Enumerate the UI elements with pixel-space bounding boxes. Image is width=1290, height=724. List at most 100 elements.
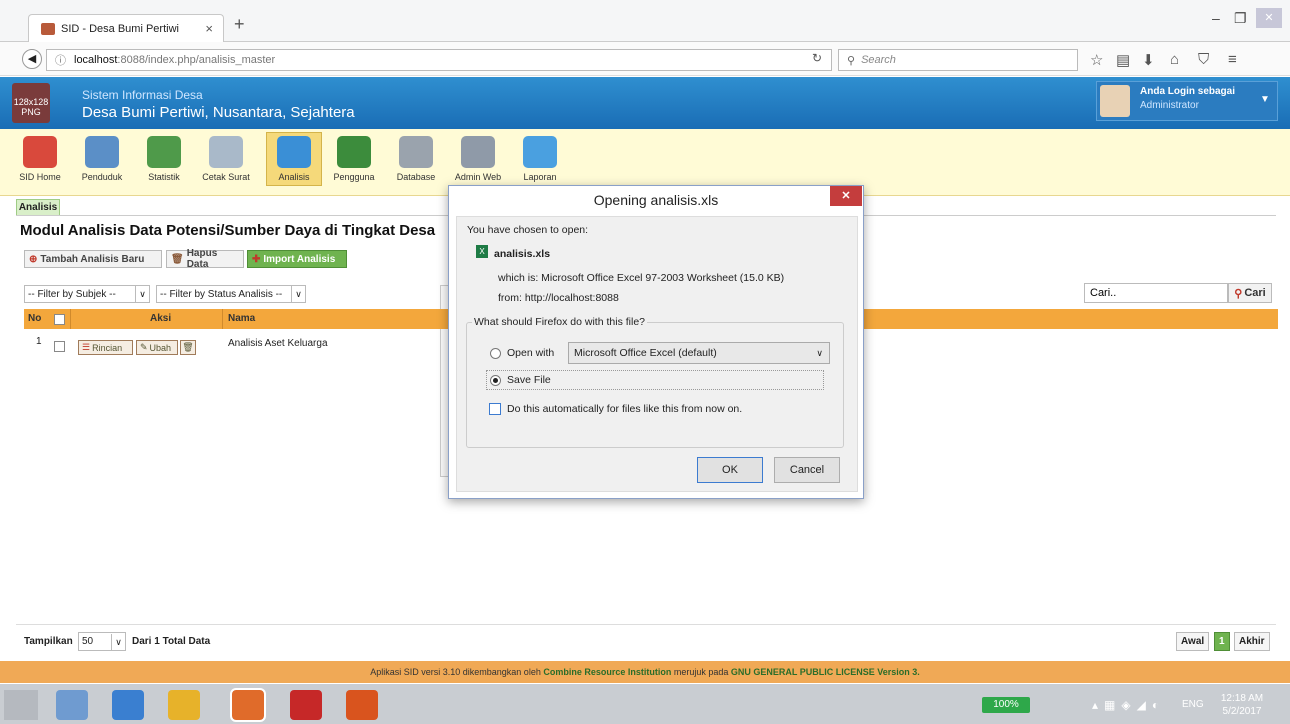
- login-label: Anda Login sebagai: [1140, 86, 1236, 97]
- search-button[interactable]: ⚲ Cari: [1228, 283, 1272, 303]
- tab-close-icon[interactable]: ×: [205, 21, 213, 36]
- open-with-radio[interactable]: [490, 348, 501, 359]
- file-name: analisis.xls: [494, 248, 551, 260]
- total-data-label: Dari 1 Total Data: [132, 636, 211, 647]
- dialog-title: Opening analisis.xls: [593, 192, 719, 208]
- divider: [16, 624, 1276, 625]
- file-type: which is: Microsoft Office Excel 97-2003…: [498, 272, 785, 284]
- toolbar-sid-home[interactable]: SID Home: [12, 132, 68, 186]
- search-bar[interactable]: ⚲ Search: [838, 49, 1078, 71]
- column-nama: Nama: [228, 313, 256, 324]
- search-input[interactable]: [1084, 283, 1228, 303]
- show-label: Tampilkan: [24, 636, 73, 647]
- new-tab-button[interactable]: +: [234, 14, 245, 35]
- pocket-icon[interactable]: ⛉: [1198, 51, 1209, 68]
- search-icon: ⚲: [1234, 287, 1243, 300]
- file-source: from: http://localhost:8088: [498, 292, 619, 304]
- firefox-icon[interactable]: [230, 688, 266, 722]
- start-button[interactable]: [4, 690, 38, 720]
- system-tray-icons[interactable]: ▴▦◈◢◐: [1092, 698, 1165, 712]
- auto-label[interactable]: Do this automatically for files like thi…: [507, 403, 742, 415]
- edit-icon: ✎: [140, 342, 148, 352]
- dialog-close-icon[interactable]: ✕: [830, 186, 862, 206]
- web-edit-icon: [461, 136, 495, 168]
- add-analysis-button[interactable]: ⊕ Tambah Analisis Baru: [24, 250, 162, 268]
- toolbar-penduduk[interactable]: Penduduk: [74, 132, 130, 186]
- page-title: Modul Analisis Data Potensi/Sumber Daya …: [20, 222, 436, 239]
- search-placeholder: Search: [861, 54, 896, 66]
- last-page-button[interactable]: Akhir: [1234, 632, 1270, 651]
- toolbar-analisis[interactable]: Analisis: [266, 132, 322, 186]
- subject-filter-select[interactable]: -- Filter by Subjek -- ∨: [24, 285, 150, 303]
- home-icon[interactable]: ⌂: [1170, 51, 1179, 68]
- trash-icon: 🗑: [182, 342, 194, 352]
- tab-analisis[interactable]: Analisis: [16, 199, 60, 215]
- list-icon: ☰: [82, 342, 91, 352]
- back-arrow-icon[interactable]: ◀: [22, 49, 42, 69]
- toolbar-database[interactable]: Database: [388, 132, 444, 186]
- edit-button[interactable]: ✎ Ubah: [136, 340, 178, 355]
- minimize-icon[interactable]: –: [1212, 10, 1220, 26]
- battery-indicator[interactable]: 100%: [982, 697, 1030, 713]
- toolbar-pengguna[interactable]: Pengguna: [326, 132, 382, 186]
- page-size-select[interactable]: 50 ∨: [78, 632, 126, 651]
- office-app-icon[interactable]: [346, 690, 378, 720]
- reading-list-icon[interactable]: ▤: [1116, 51, 1130, 69]
- reload-icon[interactable]: ↻: [812, 51, 822, 65]
- window-close-icon[interactable]: ✕: [1256, 8, 1282, 28]
- current-page-button[interactable]: 1: [1214, 632, 1230, 651]
- chevron-down-icon[interactable]: ▼: [1260, 94, 1270, 105]
- language-indicator[interactable]: ENG: [1182, 699, 1204, 710]
- toolbar-cetak-surat[interactable]: Cetak Surat: [198, 132, 254, 186]
- detail-button[interactable]: ☰ Rincian: [78, 340, 133, 355]
- first-page-button[interactable]: Awal: [1176, 632, 1210, 651]
- chevron-down-icon: ∨: [816, 347, 823, 358]
- auto-checkbox[interactable]: [489, 403, 501, 415]
- users-icon: [337, 136, 371, 168]
- address-bar[interactable]: ⓘ localhost:8088/index.php/analisis_mast…: [46, 49, 832, 71]
- sid-favicon-icon: [41, 22, 55, 35]
- internet-explorer-icon[interactable]: [112, 690, 144, 720]
- open-with-label[interactable]: Open with: [507, 347, 554, 359]
- ok-button[interactable]: OK: [697, 457, 763, 483]
- delete-data-button[interactable]: 🗑 Hapus Data: [166, 248, 244, 270]
- info-icon[interactable]: ⓘ: [55, 52, 66, 68]
- column-divider: [70, 309, 71, 329]
- column-aksi: Aksi: [150, 313, 172, 324]
- footer: Aplikasi SID versi 3.10 dikembangkan ole…: [0, 661, 1290, 683]
- status-filter-select[interactable]: -- Filter by Status Analisis -- ∨: [156, 285, 306, 303]
- chrome-icon[interactable]: [168, 690, 200, 720]
- avatar: [1100, 85, 1130, 117]
- database-icon: [399, 136, 433, 168]
- excel-file-icon: X: [476, 245, 488, 258]
- cancel-button[interactable]: Cancel: [774, 457, 840, 483]
- browser-tab[interactable]: SID - Desa Bumi Pertiwi ×: [28, 14, 224, 42]
- user-role: Administrator: [1140, 100, 1199, 111]
- select-all-checkbox[interactable]: [54, 314, 65, 325]
- clock[interactable]: 12:18 AM 5/2/2017: [1218, 692, 1266, 718]
- chevron-down-icon: ∨: [135, 286, 149, 302]
- address-url: localhost:8088/index.php/analisis_master: [74, 54, 276, 66]
- application-select[interactable]: Microsoft Office Excel (default) ∨: [568, 342, 830, 364]
- menu-icon[interactable]: ≡: [1228, 51, 1237, 68]
- import-analysis-button[interactable]: ✚ Import Analisis: [247, 250, 347, 268]
- chevron-down-icon: ∨: [291, 286, 305, 302]
- action-question: What should Firefox do with this file?: [472, 316, 647, 328]
- restore-icon[interactable]: ❐: [1234, 10, 1247, 27]
- row-checkbox[interactable]: [54, 341, 65, 352]
- save-file-label[interactable]: Save File: [507, 374, 551, 386]
- analysis-icon: [277, 136, 311, 168]
- delete-row-button[interactable]: 🗑: [180, 340, 196, 355]
- search-icon: ⚲: [847, 54, 856, 67]
- toolbar-laporan[interactable]: Laporan: [512, 132, 568, 186]
- home-icon: [23, 136, 57, 168]
- file-explorer-icon[interactable]: [56, 690, 88, 720]
- toolbar-admin-web[interactable]: Admin Web: [450, 132, 506, 186]
- acrobat-icon[interactable]: [290, 690, 322, 720]
- toolbar-statistik[interactable]: Statistik: [136, 132, 192, 186]
- download-icon[interactable]: ⬇: [1142, 51, 1155, 69]
- save-file-radio[interactable]: [490, 375, 501, 386]
- bookmark-star-icon[interactable]: ☆: [1090, 51, 1103, 69]
- footer-license: GNU GENERAL PUBLIC LICENSE Version 3.: [730, 667, 920, 677]
- system-name: Sistem Informasi Desa: [82, 88, 203, 102]
